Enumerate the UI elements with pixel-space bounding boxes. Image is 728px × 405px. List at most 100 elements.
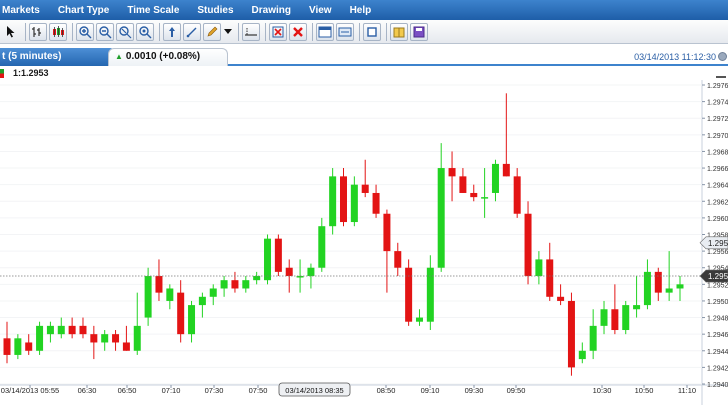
y-tick-label: 1.2948 <box>707 316 728 323</box>
y-tick-label: 1.2966 <box>707 166 728 173</box>
candle-body <box>220 280 228 289</box>
x-tick-label: 07:30 <box>205 386 224 395</box>
candle-body <box>535 259 543 277</box>
candle-body <box>459 176 467 193</box>
candlestick-icon[interactable] <box>49 22 67 41</box>
settings-circle-icon[interactable] <box>718 52 727 61</box>
crosshair-icon[interactable] <box>336 22 354 41</box>
candle-body <box>611 309 619 331</box>
current-price-label: 1.2953 <box>699 269 728 283</box>
candle-body <box>155 276 163 293</box>
y-tick-label: 1.2960 <box>707 216 728 223</box>
y-tick-label: 1.2964 <box>707 183 728 190</box>
candle-body <box>79 325 87 335</box>
candle-body <box>383 213 391 252</box>
trendline-icon[interactable] <box>183 22 201 41</box>
chart-tab-bar: t (5 minutes) ▲ 0.0010 (+0.08%) 03/14/201… <box>0 46 728 66</box>
candle-body <box>25 342 33 351</box>
candle[interactable] <box>405 259 413 326</box>
candle[interactable] <box>567 292 575 376</box>
delete-drawing-icon[interactable] <box>269 22 287 41</box>
menu-time-scale[interactable]: Time Scale <box>118 5 188 16</box>
toolbar-separator <box>265 22 266 41</box>
candle-body <box>144 276 152 318</box>
x-tick-label: 09:50 <box>507 386 526 395</box>
pencil-icon[interactable] <box>203 22 221 41</box>
y-tick-label: 1.2972 <box>707 116 728 123</box>
y-tick-label: 1.2974 <box>707 100 728 107</box>
candle-body <box>372 192 380 214</box>
delete-all-icon[interactable] <box>289 22 307 41</box>
candle-body <box>470 192 478 198</box>
candle-body <box>14 338 22 355</box>
candle-body <box>3 338 11 355</box>
candle[interactable] <box>264 234 272 285</box>
candle-body <box>209 288 217 297</box>
candle-body <box>676 284 684 289</box>
menu-chart-type[interactable]: Chart Type <box>49 5 119 16</box>
candle-body <box>57 325 65 335</box>
x-tick-label: 07:10 <box>162 386 181 395</box>
candle-body <box>665 288 673 293</box>
crosshair-date-text: 03/14/2013 08:35 <box>285 386 343 395</box>
candle-body <box>112 334 120 343</box>
x-tick-label: 06:50 <box>118 386 137 395</box>
candle-body <box>437 168 445 268</box>
menu-view[interactable]: View <box>300 5 341 16</box>
menu-markets[interactable]: Markets <box>0 5 49 16</box>
candle-body <box>600 309 608 326</box>
candle-body <box>361 184 369 193</box>
save-icon[interactable] <box>410 22 428 41</box>
fullscreen-icon[interactable] <box>363 22 381 41</box>
candle-body <box>285 267 293 277</box>
minimize-icon[interactable] <box>716 70 726 78</box>
candle-body <box>502 163 510 177</box>
menu-help[interactable]: Help <box>341 5 381 16</box>
menu-studies[interactable]: Studies <box>188 5 242 16</box>
candle-body <box>643 271 651 306</box>
dropdown-arrow-icon[interactable] <box>223 23 233 41</box>
horizontal-line-icon[interactable] <box>242 22 260 41</box>
candle-body <box>524 213 532 277</box>
zoom-range-icon[interactable] <box>116 22 134 41</box>
candle-body <box>394 251 402 268</box>
candle[interactable] <box>340 168 347 227</box>
window-icon[interactable] <box>316 22 334 41</box>
candle[interactable] <box>329 168 337 235</box>
y-tick-label: 1.2976 <box>707 83 728 90</box>
candle-body <box>274 238 282 272</box>
bar-chart-icon[interactable] <box>29 22 47 41</box>
toolbar-separator <box>238 22 239 41</box>
candle[interactable] <box>274 234 282 277</box>
print-icon[interactable] <box>390 22 408 41</box>
x-tick-label: 06:30 <box>78 386 97 395</box>
cursor-arrow-icon[interactable] <box>2 23 20 41</box>
candle[interactable] <box>144 267 152 326</box>
candle[interactable] <box>36 321 44 355</box>
y-tick-label: 1.2956 <box>707 249 728 256</box>
chart-tab[interactable]: t (5 minutes) <box>0 48 116 66</box>
candle-body <box>133 325 141 351</box>
x-tick-label: 09:10 <box>421 386 440 395</box>
price-change-tab[interactable]: ▲ 0.0010 (+0.08%) <box>108 48 228 66</box>
x-tick-label: 08:50 <box>377 386 396 395</box>
zoom-out-icon[interactable] <box>96 22 114 41</box>
x-tick-label: 07:50 <box>249 386 268 395</box>
x-tick-label: 03/14/2013 05:55 <box>1 386 59 395</box>
crosshair-date-label: 03/14/2013 08:35 <box>278 382 351 397</box>
candle-body <box>188 305 196 335</box>
candle[interactable] <box>622 300 630 335</box>
candle-body <box>318 226 326 268</box>
arrow-up-icon[interactable] <box>163 22 181 41</box>
candlestick-chart[interactable]: 1.2976 1.2974 1.2972 1.2970 1.2968 1.2966 1.29… <box>0 80 728 405</box>
price-change-text: 0.0010 (+0.08%) <box>125 51 201 62</box>
y-tick-label: 1.2962 <box>707 199 728 206</box>
y-tick-label: 1.2970 <box>707 133 728 140</box>
zoom-in-icon[interactable] <box>76 22 94 41</box>
y-tick-label: 1.2940 <box>707 382 728 389</box>
x-tick-label: 10:50 <box>635 386 654 395</box>
x-tick-label: 10:30 <box>593 386 612 395</box>
toolbar-separator <box>25 22 26 41</box>
menu-drawing[interactable]: Drawing <box>243 5 300 16</box>
zoom-reset-icon[interactable] <box>136 22 154 41</box>
